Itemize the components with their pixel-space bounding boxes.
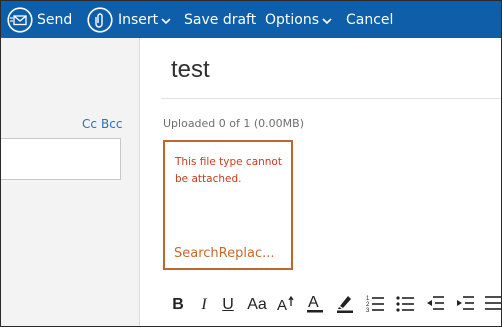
decrease-indent-button[interactable] xyxy=(425,293,445,317)
cancel-button[interactable]: Cancel xyxy=(346,1,393,38)
italic-button[interactable]: I xyxy=(197,293,211,317)
font-color-button[interactable]: A xyxy=(305,293,325,317)
superscript-button[interactable]: A xyxy=(275,293,297,317)
cc-link[interactable]: Cc xyxy=(82,117,97,131)
compose-window: Send Insert Save draft Options Cancel Cc… xyxy=(0,0,502,327)
highlight-button[interactable] xyxy=(335,293,355,317)
recipients-pane: Cc Bcc xyxy=(1,38,140,326)
increase-indent-button[interactable] xyxy=(455,293,475,317)
bulleted-list-button[interactable] xyxy=(395,293,415,317)
numbered-list-button[interactable]: 1 2 3 xyxy=(365,293,385,317)
insert-button[interactable]: Insert xyxy=(87,1,171,38)
svg-text:3: 3 xyxy=(366,308,370,313)
attachment-filename[interactable]: SearchReplac... xyxy=(174,246,274,261)
decrease-indent-icon xyxy=(425,293,445,317)
attachment-error: This file type cannot be attached. xyxy=(175,156,282,185)
save-draft-button[interactable]: Save draft xyxy=(184,1,256,38)
chevron-down-icon xyxy=(161,17,171,25)
bcc-link[interactable]: Bcc xyxy=(101,117,122,131)
underline-button[interactable]: U xyxy=(219,293,237,317)
svg-text:A: A xyxy=(277,297,287,313)
send-label: Send xyxy=(37,11,73,28)
increase-indent-icon xyxy=(455,293,475,317)
font-size-button[interactable]: Aa xyxy=(245,293,269,317)
command-toolbar: Send Insert Save draft Options Cancel xyxy=(1,1,501,38)
numbered-list-icon: 1 2 3 xyxy=(365,293,385,317)
paperclip-icon xyxy=(87,6,113,33)
upload-status: Uploaded 0 of 1 (0.00MB) xyxy=(163,117,304,130)
send-button[interactable]: Send xyxy=(7,1,72,38)
font-color-icon: A xyxy=(305,292,325,318)
insert-label: Insert xyxy=(118,11,159,28)
formatting-toolbar: B I U Aa A A 1 2 3 xyxy=(161,290,501,320)
align-button[interactable] xyxy=(483,293,501,317)
highlight-icon xyxy=(335,292,355,318)
bold-button[interactable]: B xyxy=(169,293,187,317)
bulleted-list-icon xyxy=(395,293,415,317)
recipient-input[interactable] xyxy=(1,138,121,180)
subject-field[interactable]: test xyxy=(171,56,210,84)
superscript-icon: A xyxy=(275,293,297,317)
align-icon xyxy=(483,293,501,317)
divider xyxy=(161,98,501,99)
options-button[interactable]: Options xyxy=(265,1,332,38)
send-icon xyxy=(7,6,33,33)
svg-text:A: A xyxy=(308,294,319,311)
attachment-card[interactable]: This file type cannot be attached. Searc… xyxy=(163,140,293,270)
options-label: Options xyxy=(265,11,320,28)
chevron-down-icon xyxy=(322,17,332,25)
